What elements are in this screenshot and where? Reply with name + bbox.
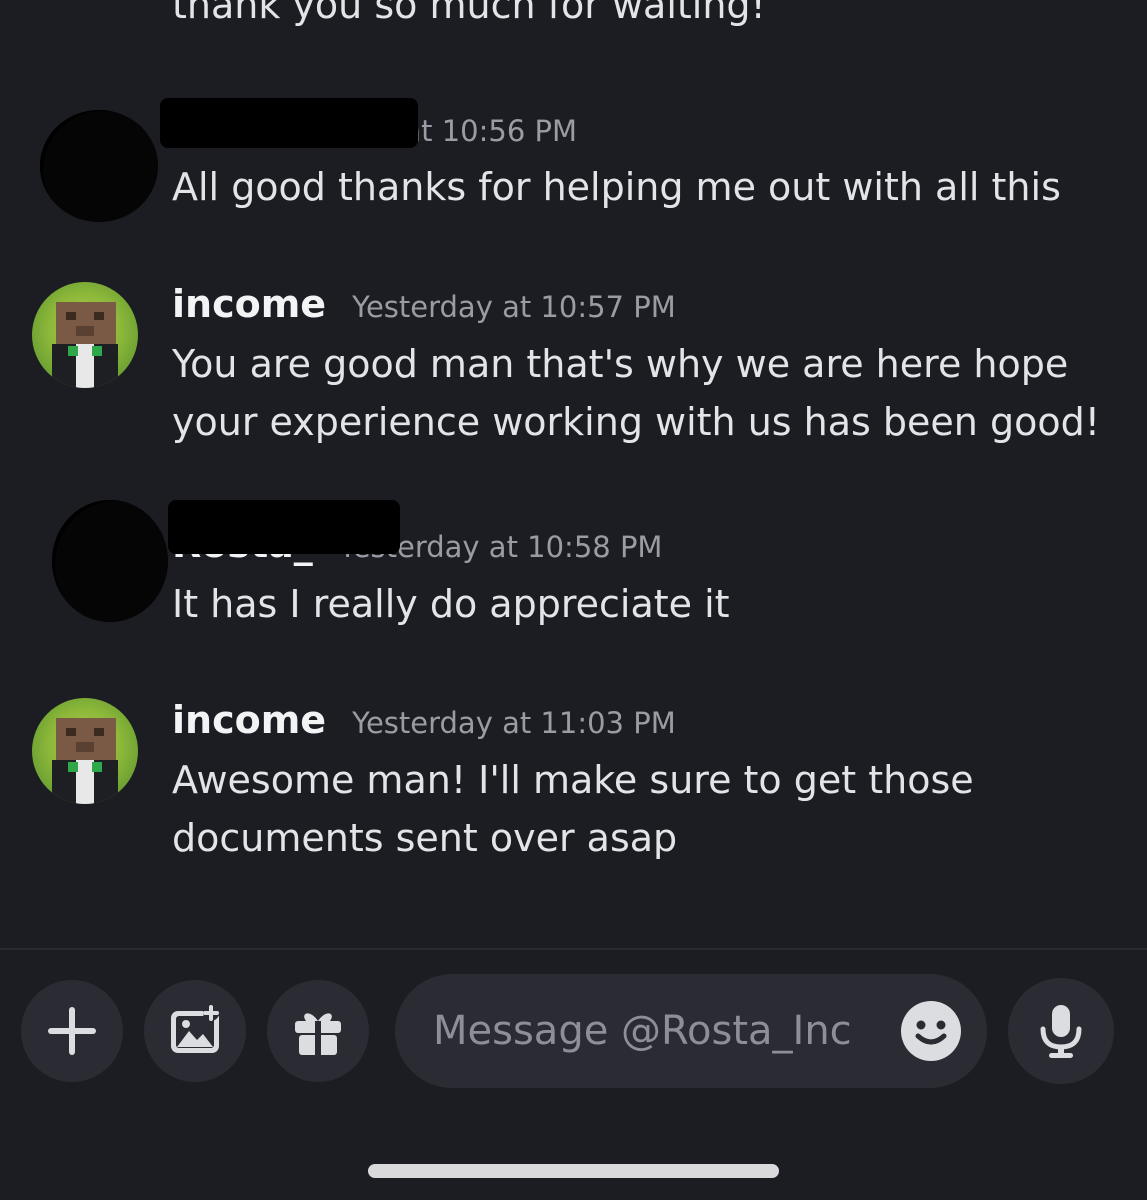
previous-message-text: thank you so much for waiting!	[172, 0, 766, 27]
redaction-mark	[160, 98, 418, 148]
username[interactable]: income	[172, 698, 326, 742]
message-input[interactable]: Message @Rosta_Inc	[395, 974, 987, 1088]
avatar-income[interactable]	[32, 282, 138, 388]
emoji-icon[interactable]	[900, 1000, 962, 1062]
pixel-character-icon	[52, 718, 118, 804]
message-input-placeholder: Message @Rosta_Inc	[433, 1008, 852, 1054]
timestamp: Yesterday at 10:57 PM	[352, 290, 676, 324]
composer-divider	[0, 948, 1147, 950]
message-text: Awesome man! I'll make sure to get those…	[172, 758, 974, 860]
timestamp: Yesterday at 11:03 PM	[352, 706, 676, 740]
add-button[interactable]	[21, 980, 123, 1082]
gift-icon	[295, 1013, 341, 1055]
dm-chat-screen: thank you so much for waiting! Ro Yester…	[0, 0, 1147, 1200]
home-indicator[interactable]	[368, 1164, 779, 1178]
avatar-redacted[interactable]	[40, 110, 158, 222]
avatar-income[interactable]	[32, 698, 138, 804]
message-header: income Yesterday at 11:03 PM	[172, 698, 676, 744]
pixel-character-icon	[52, 302, 118, 388]
microphone-icon	[1040, 1005, 1082, 1058]
redaction-mark	[168, 500, 400, 554]
media-button[interactable]	[144, 980, 246, 1082]
avatar-redacted[interactable]	[52, 500, 168, 622]
message-text: It has I really do appreciate it	[172, 582, 730, 626]
plus-icon	[48, 1007, 96, 1055]
message-text: All good thanks for helping me out with …	[172, 165, 1061, 209]
voice-button[interactable]	[1008, 978, 1114, 1084]
message-text: You are good man that's why we are here …	[172, 342, 1100, 444]
image-icon	[171, 1005, 219, 1053]
username[interactable]: income	[172, 282, 326, 326]
gift-button[interactable]	[267, 980, 369, 1082]
message-header: income Yesterday at 10:57 PM	[172, 282, 676, 328]
